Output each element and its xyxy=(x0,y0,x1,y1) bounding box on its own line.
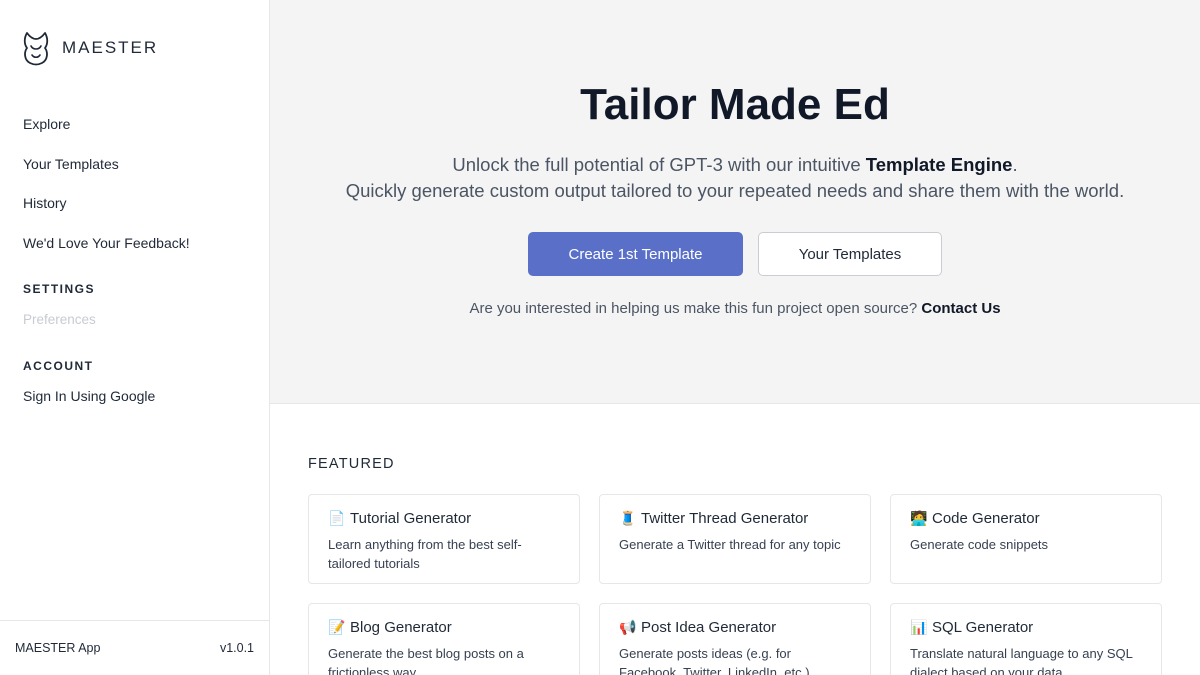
card-title-row: 📊 SQL Generator xyxy=(910,618,1142,636)
card-title: Code Generator xyxy=(932,509,1040,527)
card-title-row: 📢 Post Idea Generator xyxy=(619,618,851,636)
card-title-row: 📝 Blog Generator xyxy=(328,618,560,636)
template-card-tutorial-generator[interactable]: 📄 Tutorial Generator Learn anything from… xyxy=(308,494,580,584)
bar-chart-icon: 📊 xyxy=(910,618,928,635)
sidebar-item-explore[interactable]: Explore xyxy=(23,116,190,156)
sidebar-item-history[interactable]: History xyxy=(23,195,190,235)
template-card-code-generator[interactable]: 🧑‍💻 Code Generator Generate code snippet… xyxy=(890,494,1162,584)
hero-subtitle-line1: Unlock the full potential of GPT-3 with … xyxy=(270,152,1200,178)
featured-section-title: FEATURED xyxy=(308,456,395,472)
card-description: Generate posts ideas (e.g. for Facebook,… xyxy=(619,646,810,675)
settings-section-title: SETTINGS xyxy=(23,282,96,296)
sidebar-footer: MAESTER App v1.0.1 xyxy=(0,620,269,675)
card-description: Generate a Twitter thread for any topic xyxy=(619,537,841,552)
create-template-button[interactable]: Create 1st Template xyxy=(528,232,743,276)
card-description: Generate the best blog posts on a fricti… xyxy=(328,646,524,675)
template-card-blog-generator[interactable]: 📝 Blog Generator Generate the best blog … xyxy=(308,603,580,675)
sidebar-item-preferences: Preferences xyxy=(23,312,96,327)
template-card-post-idea-generator[interactable]: 📢 Post Idea Generator Generate posts ide… xyxy=(599,603,871,675)
main-content: Tailor Made Ed Unlock the full potential… xyxy=(270,0,1200,675)
open-source-cta: Are you interested in helping us make th… xyxy=(270,300,1200,317)
card-title: Twitter Thread Generator xyxy=(641,509,809,527)
megaphone-icon: 📢 xyxy=(619,618,637,635)
sidebar-nav: Explore Your Templates History We'd Love… xyxy=(23,116,190,274)
app-name: MAESTER App xyxy=(15,641,101,655)
card-title: SQL Generator xyxy=(932,618,1034,636)
brand[interactable]: MAESTER xyxy=(22,30,158,66)
template-card-twitter-thread-generator[interactable]: 🧵 Twitter Thread Generator Generate a Tw… xyxy=(599,494,871,584)
sidebar-item-feedback[interactable]: We'd Love Your Feedback! xyxy=(23,235,190,275)
memo-icon: 📝 xyxy=(328,618,346,635)
card-description: Generate code snippets xyxy=(910,537,1049,552)
subtitle-prefix: Unlock the full potential of GPT-3 with … xyxy=(452,154,866,175)
your-templates-button[interactable]: Your Templates xyxy=(758,232,942,276)
thread-icon: 🧵 xyxy=(619,509,637,526)
card-title-row: 📄 Tutorial Generator xyxy=(328,509,560,527)
card-description: Translate natural language to any SQL di… xyxy=(910,646,1133,675)
sign-in-google-link[interactable]: Sign In Using Google xyxy=(23,388,155,404)
card-title-row: 🧵 Twitter Thread Generator xyxy=(619,509,851,527)
subtitle-suffix: . xyxy=(1012,154,1018,175)
page-title: Tailor Made Ed xyxy=(580,80,890,129)
card-title-row: 🧑‍💻 Code Generator xyxy=(910,509,1142,527)
sidebar: MAESTER Explore Your Templates History W… xyxy=(0,0,270,675)
card-title: Tutorial Generator xyxy=(350,509,472,527)
maester-logo-icon xyxy=(23,32,49,66)
card-description: Learn anything from the best self-tailor… xyxy=(328,537,522,571)
technologist-icon: 🧑‍💻 xyxy=(910,509,928,526)
cta-text: Are you interested in helping us make th… xyxy=(469,300,922,317)
sidebar-item-your-templates[interactable]: Your Templates xyxy=(23,156,190,196)
card-title: Blog Generator xyxy=(350,618,452,636)
contact-us-link[interactable]: Contact Us xyxy=(921,300,1000,317)
hero-section: Tailor Made Ed Unlock the full potential… xyxy=(270,0,1200,404)
template-card-sql-generator[interactable]: 📊 SQL Generator Translate natural langua… xyxy=(890,603,1162,675)
brand-name: MAESTER xyxy=(62,38,159,57)
hero-subtitle-line2: Quickly generate custom output tailored … xyxy=(345,180,1125,201)
page-icon: 📄 xyxy=(328,509,346,526)
template-engine-emphasis: Template Engine xyxy=(865,154,1013,175)
app-version: v1.0.1 xyxy=(219,641,254,655)
account-section-title: ACCOUNT xyxy=(23,359,94,373)
hero-subtitle: Unlock the full potential of GPT-3 with … xyxy=(270,152,1200,204)
card-title: Post Idea Generator xyxy=(641,618,777,636)
